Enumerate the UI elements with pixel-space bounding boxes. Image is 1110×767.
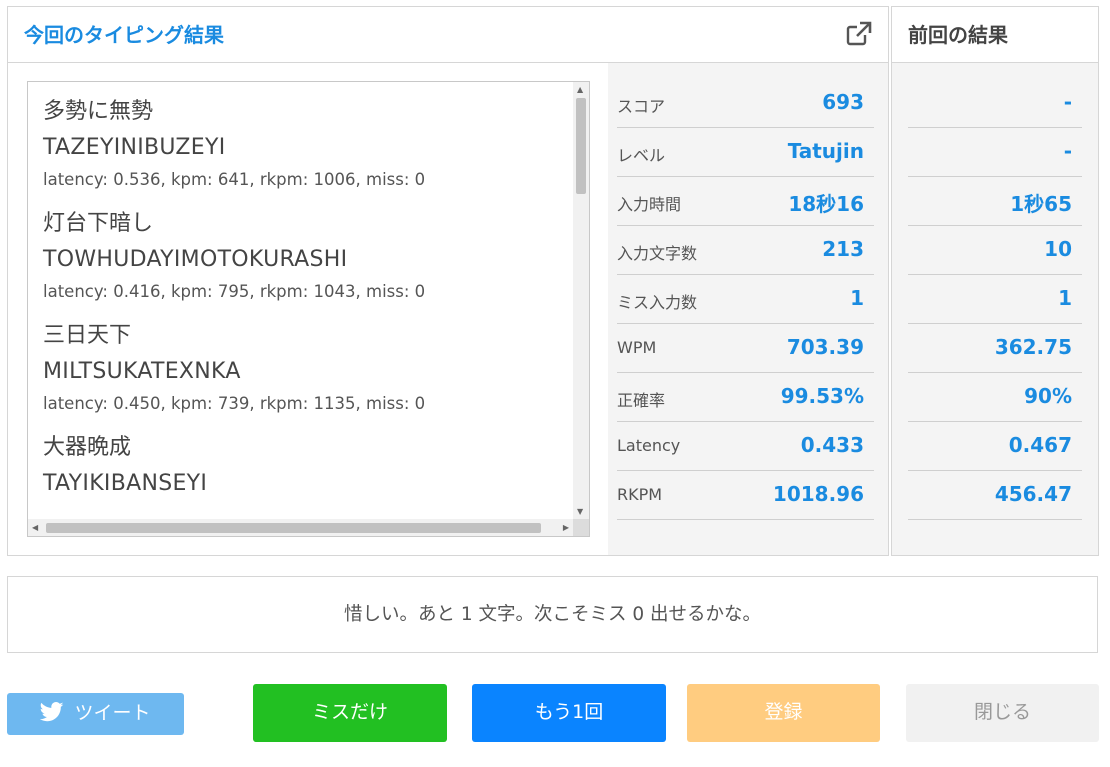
- stat-row-time: 入力時間 18秒16: [617, 177, 874, 226]
- word-entry: 多勢に無勢 TAZEYINIBUZEYI latency: 0.536, kpm…: [43, 96, 573, 194]
- result-message: 惜しい。あと 1 文字。次こそミス 0 出せるかな。: [7, 576, 1098, 653]
- prev-value: 456.47: [994, 482, 1072, 506]
- prev-row-rkpm: 456.47: [908, 471, 1082, 520]
- prev-row-wpm: 362.75: [908, 324, 1082, 373]
- word-entry: 三日天下 MILTSUKATEXNKA latency: 0.450, kpm:…: [43, 320, 573, 418]
- prev-row-chars: 10: [908, 226, 1082, 275]
- word-list[interactable]: 多勢に無勢 TAZEYINIBUZEYI latency: 0.536, kpm…: [27, 81, 590, 537]
- prev-row-level: -: [908, 128, 1082, 177]
- stat-value: 1018.96: [772, 482, 864, 506]
- stat-row-misses: ミス入力数 1: [617, 275, 874, 324]
- stat-label: ミス入力数: [617, 293, 698, 312]
- stat-value: 99.53%: [780, 384, 864, 408]
- horizontal-scrollbar[interactable]: ◀ ▶: [28, 519, 573, 536]
- current-result-title: 今回のタイピング結果: [24, 23, 224, 47]
- word-stats: latency: 0.536, kpm: 641, rkpm: 1006, mi…: [43, 170, 426, 189]
- prev-row-latency: 0.467: [908, 422, 1082, 471]
- stat-label: 入力文字数: [617, 244, 698, 263]
- word-romaji: TAZEYINIBUZEYI: [43, 135, 226, 160]
- tweet-button-label: ツイート: [74, 702, 151, 724]
- prev-value: 1: [1058, 286, 1072, 310]
- prev-value: 0.467: [1008, 433, 1072, 457]
- stat-value: Tatujin: [787, 139, 864, 163]
- word-romaji: TAYIKIBANSEYI: [43, 471, 208, 496]
- stat-label: RKPM: [617, 485, 663, 504]
- stat-value: 1: [850, 286, 864, 310]
- stat-row-rkpm: RKPM 1018.96: [617, 471, 874, 520]
- stat-row-wpm: WPM 703.39: [617, 324, 874, 373]
- stat-row-level: レベル Tatujin: [617, 128, 874, 177]
- prev-value: -: [1063, 139, 1072, 163]
- word-stats: latency: 0.450, kpm: 739, rkpm: 1135, mi…: [43, 394, 426, 413]
- stat-row-latency: Latency 0.433: [617, 422, 874, 471]
- word-romaji: TOWHUDAYIMOTOKURASHI: [43, 247, 348, 272]
- vertical-scrollbar[interactable]: ▲ ▼: [573, 82, 589, 520]
- scroll-down-arrow-icon[interactable]: ▼: [577, 508, 583, 516]
- word-japanese: 大器晩成: [43, 435, 132, 460]
- prev-value: 10: [1044, 237, 1072, 261]
- word-list-content: 多勢に無勢 TAZEYINIBUZEYI latency: 0.536, kpm…: [43, 96, 573, 536]
- scroll-right-arrow-icon[interactable]: ▶: [563, 524, 569, 532]
- miss-only-button[interactable]: ミスだけ: [253, 684, 447, 742]
- prev-row-time: 1秒65: [908, 177, 1082, 226]
- prev-value: 1秒65: [1010, 192, 1072, 216]
- scroll-left-arrow-icon[interactable]: ◀: [32, 524, 38, 532]
- prev-value: 362.75: [994, 335, 1072, 359]
- stat-label: 入力時間: [617, 195, 682, 214]
- stat-label: WPM: [617, 338, 657, 357]
- prev-value: -: [1063, 90, 1072, 114]
- stat-label: Latency: [617, 436, 681, 455]
- prev-row-misses: 1: [908, 275, 1082, 324]
- stat-label: レベル: [617, 146, 666, 165]
- external-link-icon[interactable]: [846, 21, 872, 47]
- tweet-button[interactable]: ツイート: [7, 693, 184, 735]
- close-button[interactable]: 閉じる: [906, 684, 1099, 742]
- word-japanese: 三日天下: [43, 323, 132, 348]
- stat-row-score: スコア 693: [617, 79, 874, 128]
- previous-result-header: 前回の結果: [892, 7, 1098, 63]
- scroll-up-arrow-icon[interactable]: ▲: [577, 86, 583, 94]
- stat-row-accuracy: 正確率 99.53%: [617, 373, 874, 422]
- word-japanese: 多勢に無勢: [43, 99, 154, 124]
- stat-value: 0.433: [800, 433, 864, 457]
- stat-value: 693: [822, 90, 864, 114]
- word-romaji: MILTSUKATEXNKA: [43, 359, 241, 384]
- word-entry: 大器晩成 TAYIKIBANSEYI: [43, 432, 573, 530]
- twitter-bird-icon: [40, 701, 64, 721]
- prev-value: 90%: [1024, 384, 1072, 408]
- register-button[interactable]: 登録: [687, 684, 880, 742]
- retry-button[interactable]: もう1回: [472, 684, 666, 742]
- stat-value: 703.39: [786, 335, 864, 359]
- current-result-header: 今回のタイピング結果: [8, 7, 888, 63]
- vertical-scroll-thumb[interactable]: [576, 98, 586, 194]
- stat-row-chars: 入力文字数 213: [617, 226, 874, 275]
- scrollbar-corner: [573, 519, 589, 536]
- stat-label: スコア: [617, 97, 666, 116]
- word-stats: latency: 0.416, kpm: 795, rkpm: 1043, mi…: [43, 282, 426, 301]
- word-japanese: 灯台下暗し: [43, 211, 154, 236]
- stat-value: 213: [822, 237, 864, 261]
- stat-value: 18秒16: [788, 192, 864, 216]
- prev-row-score: -: [908, 79, 1082, 128]
- stat-label: 正確率: [617, 391, 666, 410]
- previous-result-title: 前回の結果: [908, 23, 1008, 47]
- word-entry: 灯台下暗し TOWHUDAYIMOTOKURASHI latency: 0.41…: [43, 208, 573, 306]
- prev-row-accuracy: 90%: [908, 373, 1082, 422]
- horizontal-scroll-thumb[interactable]: [46, 523, 541, 533]
